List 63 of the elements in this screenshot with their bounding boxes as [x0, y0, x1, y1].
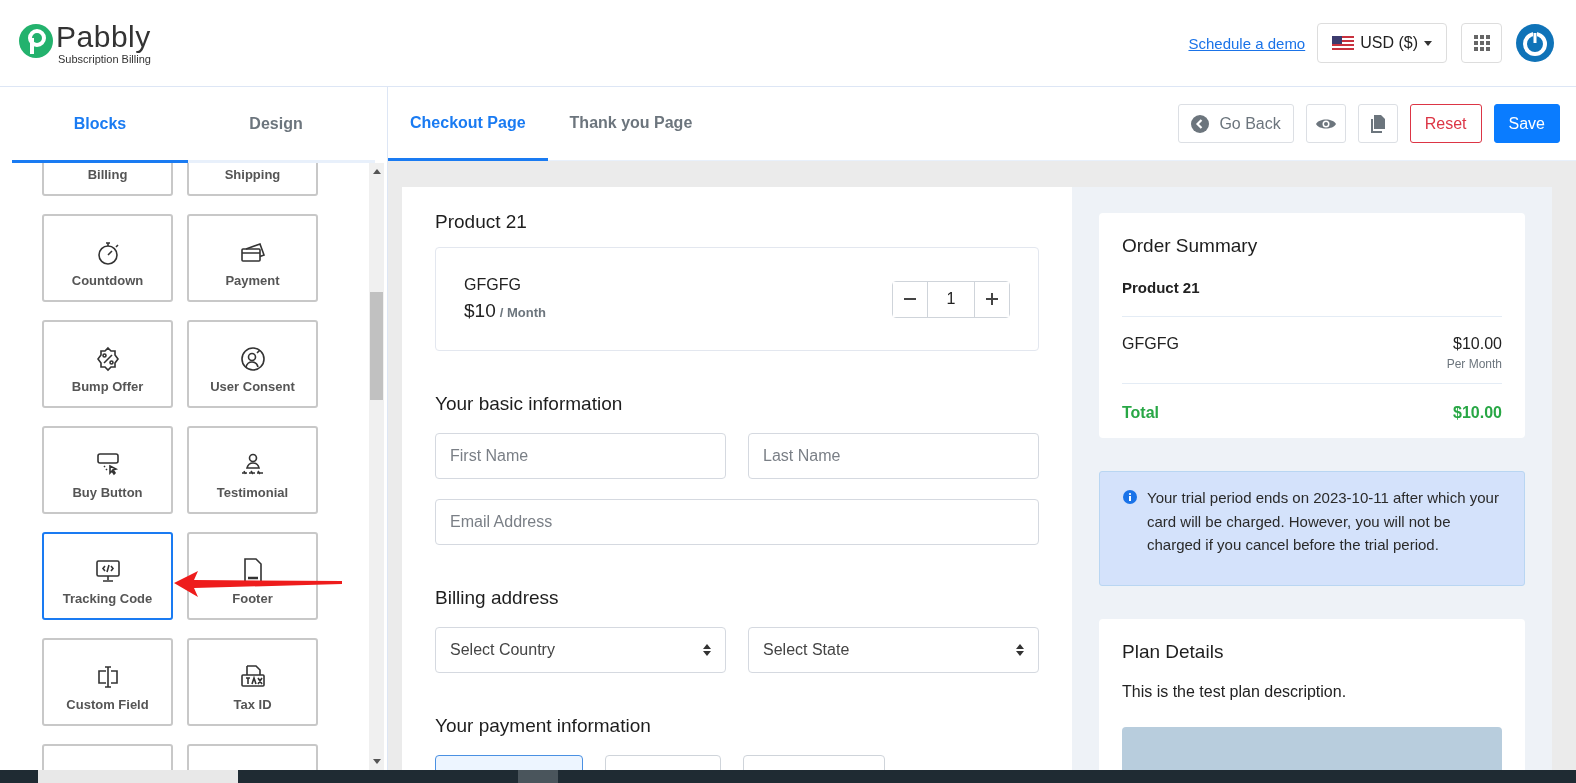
brand-name: Pabbly: [56, 21, 151, 53]
chevron-left-icon: [1191, 114, 1210, 133]
block-card[interactable]: Bump Offer: [42, 320, 173, 408]
section-title: Billing address: [435, 587, 560, 609]
input-field[interactable]: First Name: [435, 433, 726, 479]
save-button[interactable]: Save: [1493, 104, 1560, 143]
section-title: Your payment information: [435, 715, 652, 737]
sort-arrows-icon: [1016, 644, 1024, 656]
block-card[interactable]: Payment: [187, 214, 318, 302]
input-field[interactable]: Email Address: [435, 499, 1039, 545]
plan-details-title: Plan Details: [1122, 640, 1225, 663]
plan-period: / Month: [499, 305, 546, 320]
order-summary-title: Order Summary: [1122, 235, 1259, 257]
copy-icon: [1370, 114, 1385, 133]
logo-icon: [18, 23, 54, 59]
input-field[interactable]: Last Name: [748, 433, 1039, 479]
apps-grid-button[interactable]: [1461, 23, 1502, 63]
info-icon: [1123, 490, 1137, 504]
power-avatar-icon[interactable]: [1516, 24, 1554, 62]
block-card[interactable]: Billing: [42, 163, 173, 196]
notice-text: Your trial period ends on 2023-10-11 after which your card will be charged. However, you will not be charged if you cancel before the trial period.: [1147, 488, 1500, 555]
total-label: Total: [1122, 404, 1160, 422]
scrollbar[interactable]: [369, 163, 384, 770]
scrollbar-thumb[interactable]: [370, 292, 383, 400]
currency-dropdown[interactable]: USD ($): [1317, 23, 1447, 63]
grid-icon: [1473, 35, 1490, 51]
scroll-up-icon[interactable]: [372, 169, 381, 174]
schedule-demo-link[interactable]: Schedule a demo: [1188, 34, 1306, 52]
block-card[interactable]: Buy Button: [42, 426, 173, 514]
block-card[interactable]: Countdown: [42, 214, 173, 302]
reset-button[interactable]: Reset: [1409, 104, 1482, 143]
plus-icon: [986, 293, 998, 305]
block-card[interactable]: User Consent: [187, 320, 318, 408]
summary-item-price: $10.00: [1453, 335, 1502, 353]
summary-product-name: Product 21: [1122, 279, 1502, 317]
block-card[interactable]: Shipping: [187, 163, 318, 196]
sidebar-tab[interactable]: Design: [188, 87, 364, 163]
user-circle-icon: [238, 345, 267, 373]
page-tab[interactable]: Thank you Page: [547, 87, 715, 161]
plan-name: GFGFG: [464, 276, 522, 294]
product-title: Product 21: [435, 211, 528, 233]
select-field[interactable]: Select Country: [435, 627, 726, 673]
block-card[interactable]: Tracking Code: [42, 532, 173, 620]
summary-item-period: Per Month: [1446, 357, 1502, 371]
block-card[interactable]: Custom Field: [42, 638, 173, 726]
code-monitor-icon: [93, 557, 122, 585]
select-field[interactable]: Select State: [748, 627, 1039, 673]
plan-price: $10: [464, 300, 496, 322]
flag-icon: [1332, 35, 1355, 51]
section-title: Your basic information: [435, 393, 624, 415]
caret-icon: [1424, 40, 1432, 46]
preview-button[interactable]: [1305, 104, 1346, 143]
brand-tagline: Subscription Billing: [58, 53, 151, 65]
block-card[interactable]: Footer: [187, 532, 318, 620]
total-amount: $10.00: [1453, 404, 1502, 422]
block-card[interactable]: Tax ID: [187, 638, 318, 726]
block-card[interactable]: Testimonial: [187, 426, 318, 514]
plan-description: This is the test plan description.: [1122, 682, 1348, 701]
sort-arrows-icon: [703, 644, 711, 656]
go-back-button[interactable]: Go Back: [1178, 104, 1294, 143]
copy-button[interactable]: [1357, 104, 1398, 143]
scroll-down-icon[interactable]: [372, 759, 381, 764]
summary-item-name: GFGFG: [1122, 335, 1179, 354]
